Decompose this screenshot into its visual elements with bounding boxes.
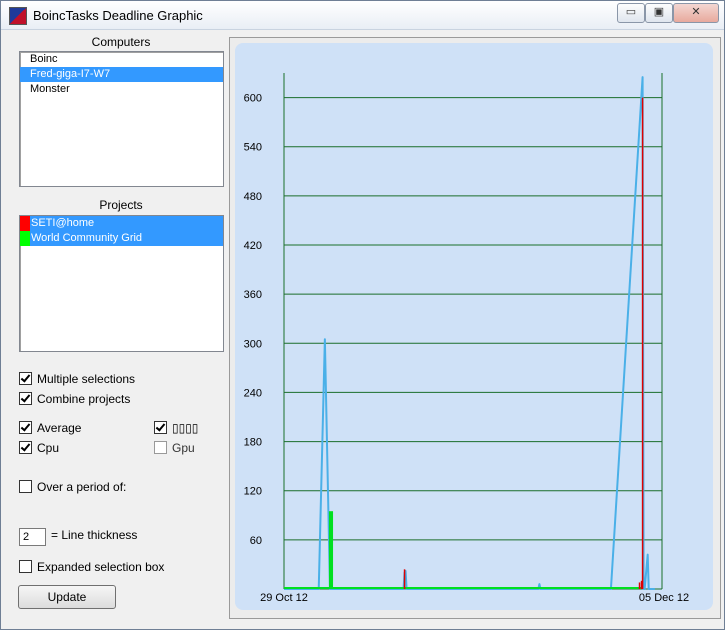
y-tick-label: 180 — [244, 437, 262, 449]
line-thickness-label: = Line thickness — [51, 528, 138, 542]
combine-projects-checkbox[interactable]: Combine projects — [19, 391, 130, 407]
x-tick-label: 05 Dec 12 — [639, 592, 689, 604]
line-thickness-input[interactable]: 2 — [19, 528, 46, 546]
x-tick-label: 29 Oct 12 — [260, 592, 308, 604]
project-list-item[interactable]: World Community Grid — [20, 231, 223, 246]
average-label: Average — [37, 421, 82, 435]
unlabeled-checkbox-label: ▯▯▯▯ — [172, 421, 199, 435]
checkbox-box[interactable] — [19, 372, 32, 385]
project-color-swatch — [20, 216, 30, 231]
cpu-checkbox[interactable]: Cpu — [19, 440, 59, 456]
y-tick-label: 240 — [244, 387, 262, 399]
deadline-chart: 60 120 180 240 300 360 420 480 540 600 29 Oct 12 05… — [244, 73, 689, 604]
update-button[interactable]: Update — [18, 585, 116, 609]
project-color-swatch — [20, 231, 30, 246]
computers-listbox[interactable]: Boinc Fred-giga-I7-W7 Monster — [19, 51, 224, 187]
period-label: Over a period of: — [37, 480, 127, 494]
y-tick-label: 480 — [244, 191, 262, 203]
gpu-label: Gpu — [172, 441, 195, 455]
projects-label: Projects — [99, 198, 143, 212]
y-tick-label: 420 — [244, 240, 262, 252]
computers-label: Computers — [91, 35, 151, 49]
projects-listbox[interactable]: SETI@home World Community Grid — [19, 215, 224, 352]
y-tick-label: 120 — [244, 486, 262, 498]
y-tick-label: 540 — [244, 142, 262, 154]
checkbox-box[interactable] — [154, 441, 167, 454]
checkbox-box[interactable] — [154, 421, 167, 434]
computer-list-item[interactable]: Monster — [20, 82, 223, 97]
combine-projects-label: Combine projects — [37, 392, 131, 406]
cpu-label: Cpu — [37, 441, 60, 455]
checkbox-box[interactable] — [19, 480, 32, 493]
checkbox-box[interactable] — [19, 441, 32, 454]
y-tick-label: 60 — [250, 535, 262, 547]
close-button[interactable]: ✕ — [673, 3, 719, 23]
multiple-selections-checkbox[interactable]: Multiple selections — [19, 371, 135, 387]
checkbox-box[interactable] — [19, 392, 32, 405]
project-list-item[interactable]: SETI@home — [20, 216, 223, 231]
maximize-button[interactable]: ▣ — [645, 3, 673, 23]
checkbox-box[interactable] — [19, 560, 32, 573]
deadline-graph-frame: 60 120 180 240 300 360 420 480 540 600 29 Oct 12 05… — [229, 37, 721, 619]
series-line — [284, 76, 655, 590]
app-window: BoincTasks Deadline Graphic ▭ ▣ ✕ Comput… — [0, 0, 725, 630]
y-tick-label: 600 — [244, 93, 262, 105]
expanded-selection-checkbox[interactable]: Expanded selection box — [19, 559, 164, 575]
deadline-graph-panel: 60 120 180 240 300 360 420 480 540 600 29 Oct 12 05… — [235, 43, 713, 610]
unlabeled-checkbox[interactable]: ▯▯▯▯ — [154, 420, 198, 436]
title-bar[interactable]: BoincTasks Deadline Graphic ▭ ▣ ✕ — [1, 1, 724, 30]
computer-list-item[interactable]: Fred-giga-I7-W7 — [20, 67, 223, 82]
y-tick-label: 300 — [244, 338, 262, 350]
boinctasks-app-icon — [9, 7, 27, 25]
period-checkbox[interactable]: Over a period of: — [19, 479, 126, 495]
expanded-selection-label: Expanded selection box — [37, 560, 165, 574]
project-name: World Community Grid — [31, 232, 143, 244]
series-bar — [328, 511, 334, 589]
checkbox-box[interactable] — [19, 421, 32, 434]
average-checkbox[interactable]: Average — [19, 420, 81, 436]
multiple-selections-label: Multiple selections — [37, 372, 136, 386]
y-tick-label: 360 — [244, 289, 262, 301]
minimize-button[interactable]: ▭ — [617, 3, 645, 23]
gpu-checkbox[interactable]: Gpu — [154, 440, 195, 456]
window-title: BoincTasks Deadline Graphic — [33, 8, 203, 23]
project-name: SETI@home — [31, 217, 95, 229]
computer-list-item[interactable]: Boinc — [20, 52, 223, 67]
